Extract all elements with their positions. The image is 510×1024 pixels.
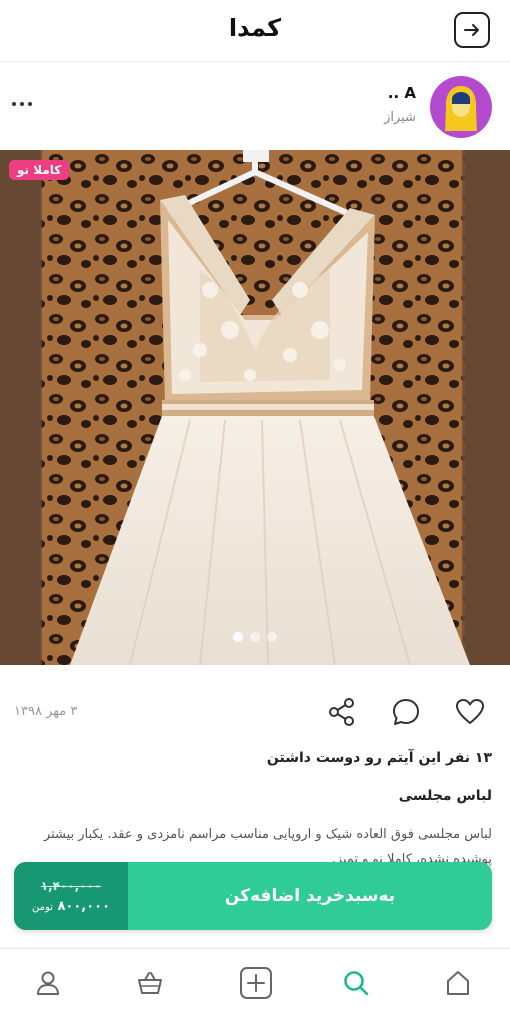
chat-bubble-icon — [393, 699, 419, 725]
app-logo: كمدا — [228, 14, 282, 42]
back-button[interactable] — [454, 12, 490, 48]
basket-icon — [138, 972, 162, 994]
profile-icon — [37, 971, 59, 995]
new-price: ۸۰۰,۰۰۰ تومن — [32, 899, 110, 914]
pagination-dot[interactable] — [250, 632, 260, 642]
add-icon — [240, 967, 272, 999]
heart-icon — [456, 699, 484, 724]
photo-pagination — [0, 632, 510, 642]
old-price: ۱,۴۰۰,۰۰۰ — [40, 878, 102, 893]
top-bar: كمدا — [0, 0, 510, 62]
bottom-nav — [0, 948, 510, 1024]
price-box: ۱,۴۰۰,۰۰۰ ۸۰۰,۰۰۰ تومن — [14, 862, 128, 930]
arrow-right-icon — [464, 24, 479, 36]
home-icon — [447, 971, 469, 995]
search-icon — [344, 971, 369, 996]
pagination-dot[interactable] — [267, 632, 277, 642]
nav-add[interactable] — [236, 963, 276, 1003]
nav-home[interactable] — [438, 963, 478, 1003]
nav-search[interactable] — [336, 963, 376, 1003]
seller-row: A .. شیراز — [0, 62, 510, 148]
seller-city: شیراز — [384, 110, 416, 125]
like-button[interactable] — [454, 696, 486, 728]
share-button[interactable] — [326, 696, 358, 728]
nav-basket[interactable] — [130, 963, 170, 1003]
pagination-dot[interactable] — [233, 632, 243, 642]
currency-label: تومن — [32, 901, 53, 913]
add-to-cart-button[interactable]: به‌سبدخرید اضافه‌کن — [128, 862, 492, 930]
product-photo[interactable] — [0, 150, 510, 665]
nav-profile[interactable] — [28, 963, 68, 1003]
comment-button[interactable] — [390, 696, 422, 728]
seller-name[interactable]: A .. — [388, 84, 416, 102]
share-icon — [329, 698, 354, 726]
post-date: ۳ مهر ۱۳۹۸ — [14, 704, 78, 719]
add-to-cart-bar[interactable]: ۱,۴۰۰,۰۰۰ ۸۰۰,۰۰۰ تومن به‌سبدخرید اضافه‌… — [14, 862, 492, 930]
likes-count[interactable]: ۱۳ نفر این آیتم رو دوست داشتن — [267, 750, 492, 766]
seller-avatar[interactable] — [430, 76, 492, 138]
product-title: لباس مجلسی — [398, 788, 492, 804]
action-row: ۳ مهر ۱۳۹۸ — [0, 690, 510, 736]
condition-badge: کاملا نو — [9, 160, 70, 180]
more-dots-icon[interactable] — [12, 96, 36, 112]
new-price-value: ۸۰۰,۰۰۰ — [57, 898, 110, 914]
